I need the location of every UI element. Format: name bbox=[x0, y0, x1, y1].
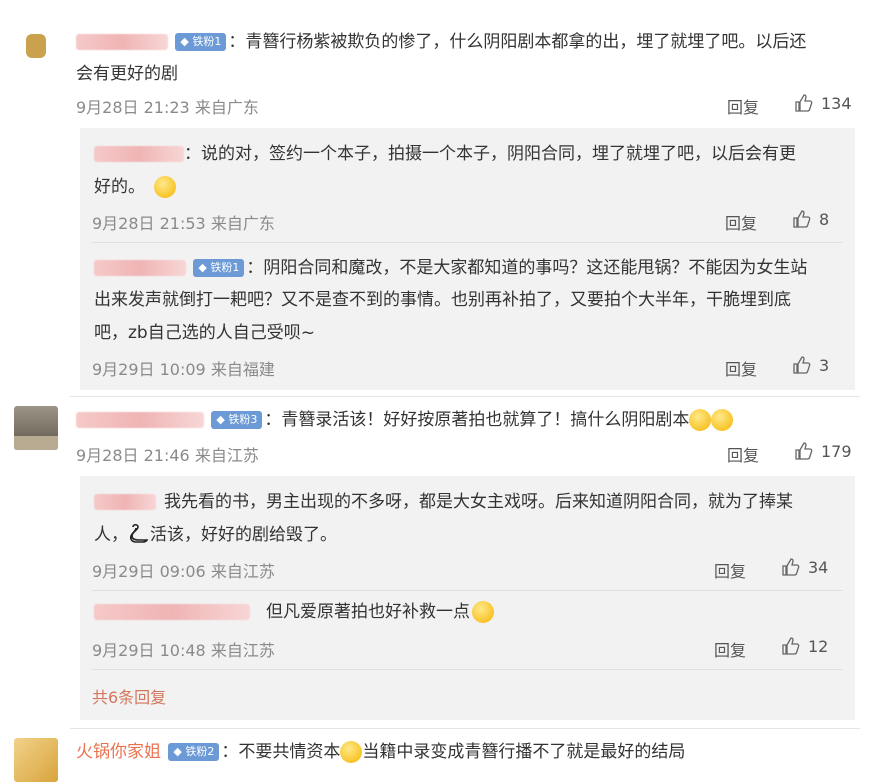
comment-text: 火锅你家姐 ◆ 铁粉2 ：不要共情资本 当籍中录变成青簪行播不了就是最好的结局 bbox=[76, 741, 686, 763]
reply-meta: 9月29日 09:06 来自江苏 bbox=[92, 562, 275, 581]
thumbs-up-icon bbox=[793, 210, 811, 228]
fan-badge: ◆ 铁粉1 bbox=[175, 33, 227, 51]
divider bbox=[70, 396, 860, 397]
reply-button[interactable]: 回复 bbox=[725, 356, 757, 380]
like-button[interactable]: 3 bbox=[791, 355, 829, 375]
fan-badge: ◆ 铁粉2 bbox=[168, 743, 220, 761]
reply-text-line2: 出来发声就倒打一耙吧？又不是查不到的事情。也别再补拍了，又要拍个大半年，干脆埋到… bbox=[94, 290, 791, 310]
reply-text-line2: 好的。 bbox=[94, 175, 177, 199]
reply-text-line3: 吧，zb自己选的人自己受呗~ bbox=[94, 323, 315, 343]
reply-list: 我先看的书，男主出现的不多呀，都是大女主戏呀。后来知道阴阳合同，就为了捧某 人，… bbox=[80, 476, 855, 720]
avatar[interactable] bbox=[14, 406, 58, 450]
like-button[interactable]: 8 bbox=[791, 209, 829, 229]
comment-meta: 9月28日 21:23 来自广东 bbox=[76, 98, 259, 117]
reply-button[interactable]: 回复 bbox=[727, 94, 759, 118]
reply-text: 但凡爱原著拍也好补救一点 bbox=[94, 600, 494, 624]
divider bbox=[70, 728, 860, 729]
username[interactable] bbox=[94, 146, 184, 162]
comment-text-line2: 会有更好的剧 bbox=[76, 64, 178, 84]
laughing-emoji-icon bbox=[711, 409, 734, 431]
reply-text: ◆ 铁粉1 ：阴阳合同和魔改，不是大家都知道的事吗？这还能甩锅？不能因为女生站 bbox=[94, 256, 807, 280]
reply-button[interactable]: 回复 bbox=[725, 210, 757, 234]
reply-list: ：说的对，签约一个本子，拍摄一个本子，阴阳合同，埋了就埋了吧，以后会有更 好的。… bbox=[80, 128, 855, 390]
thumbs-up-icon bbox=[782, 558, 800, 576]
emoji-icon bbox=[154, 176, 177, 198]
more-replies-link[interactable]: 共6条回复 bbox=[92, 684, 166, 708]
reply-meta: 9月28日 21:53 来自广东 bbox=[92, 214, 275, 233]
like-button[interactable]: 179 bbox=[793, 441, 852, 461]
laughing-emoji-icon bbox=[472, 601, 494, 623]
divider bbox=[92, 242, 843, 243]
username[interactable] bbox=[94, 494, 156, 510]
swan-icon bbox=[129, 523, 149, 543]
thumbs-up-icon bbox=[793, 356, 811, 374]
like-button[interactable]: 12 bbox=[780, 636, 828, 656]
reply-button[interactable]: 回复 bbox=[714, 637, 746, 661]
fan-badge: ◆ 铁粉1 bbox=[193, 259, 245, 277]
reply-text: ：说的对，签约一个本子，拍摄一个本子，阴阳合同，埋了就埋了吧，以后会有更 bbox=[94, 142, 796, 166]
like-button[interactable]: 134 bbox=[793, 93, 852, 113]
reply-text-line2: 人， 活该，好好的剧给毁了。 bbox=[94, 523, 337, 545]
username[interactable] bbox=[76, 34, 168, 50]
thumbs-up-icon bbox=[782, 637, 800, 655]
avatar[interactable] bbox=[14, 24, 58, 68]
username[interactable] bbox=[94, 260, 186, 276]
fan-badge: ◆ 铁粉3 bbox=[211, 411, 263, 429]
username[interactable]: 火锅你家姐 bbox=[76, 742, 161, 762]
reply-meta: 9月29日 10:09 来自福建 bbox=[92, 360, 275, 379]
divider bbox=[92, 590, 843, 591]
reply-button[interactable]: 回复 bbox=[727, 442, 759, 466]
username[interactable] bbox=[76, 412, 204, 428]
thumbs-up-icon bbox=[795, 442, 813, 460]
laughing-emoji-icon bbox=[689, 409, 712, 431]
comment-text: ◆ 铁粉3 ：青簪录活该！好好按原著拍也就算了！搞什么阴阳剧本 bbox=[76, 408, 734, 432]
like-button[interactable]: 34 bbox=[780, 557, 828, 577]
comment-text: ◆ 铁粉1 ：青簪行杨紫被欺负的惨了，什么阴阳剧本都拿的出，埋了就埋了吧。以后还 bbox=[76, 30, 806, 54]
reply-meta: 9月29日 10:48 来自江苏 bbox=[92, 641, 275, 660]
avatar[interactable] bbox=[14, 738, 58, 782]
reply-button[interactable]: 回复 bbox=[714, 558, 746, 582]
reply-text: 我先看的书，男主出现的不多呀，都是大女主戏呀。后来知道阴阳合同，就为了捧某 bbox=[94, 490, 793, 514]
comment-meta: 9月28日 21:46 来自江苏 bbox=[76, 446, 259, 465]
thumbs-up-icon bbox=[795, 94, 813, 112]
emoji-icon bbox=[340, 741, 363, 763]
divider bbox=[92, 669, 843, 670]
username[interactable] bbox=[94, 604, 250, 620]
